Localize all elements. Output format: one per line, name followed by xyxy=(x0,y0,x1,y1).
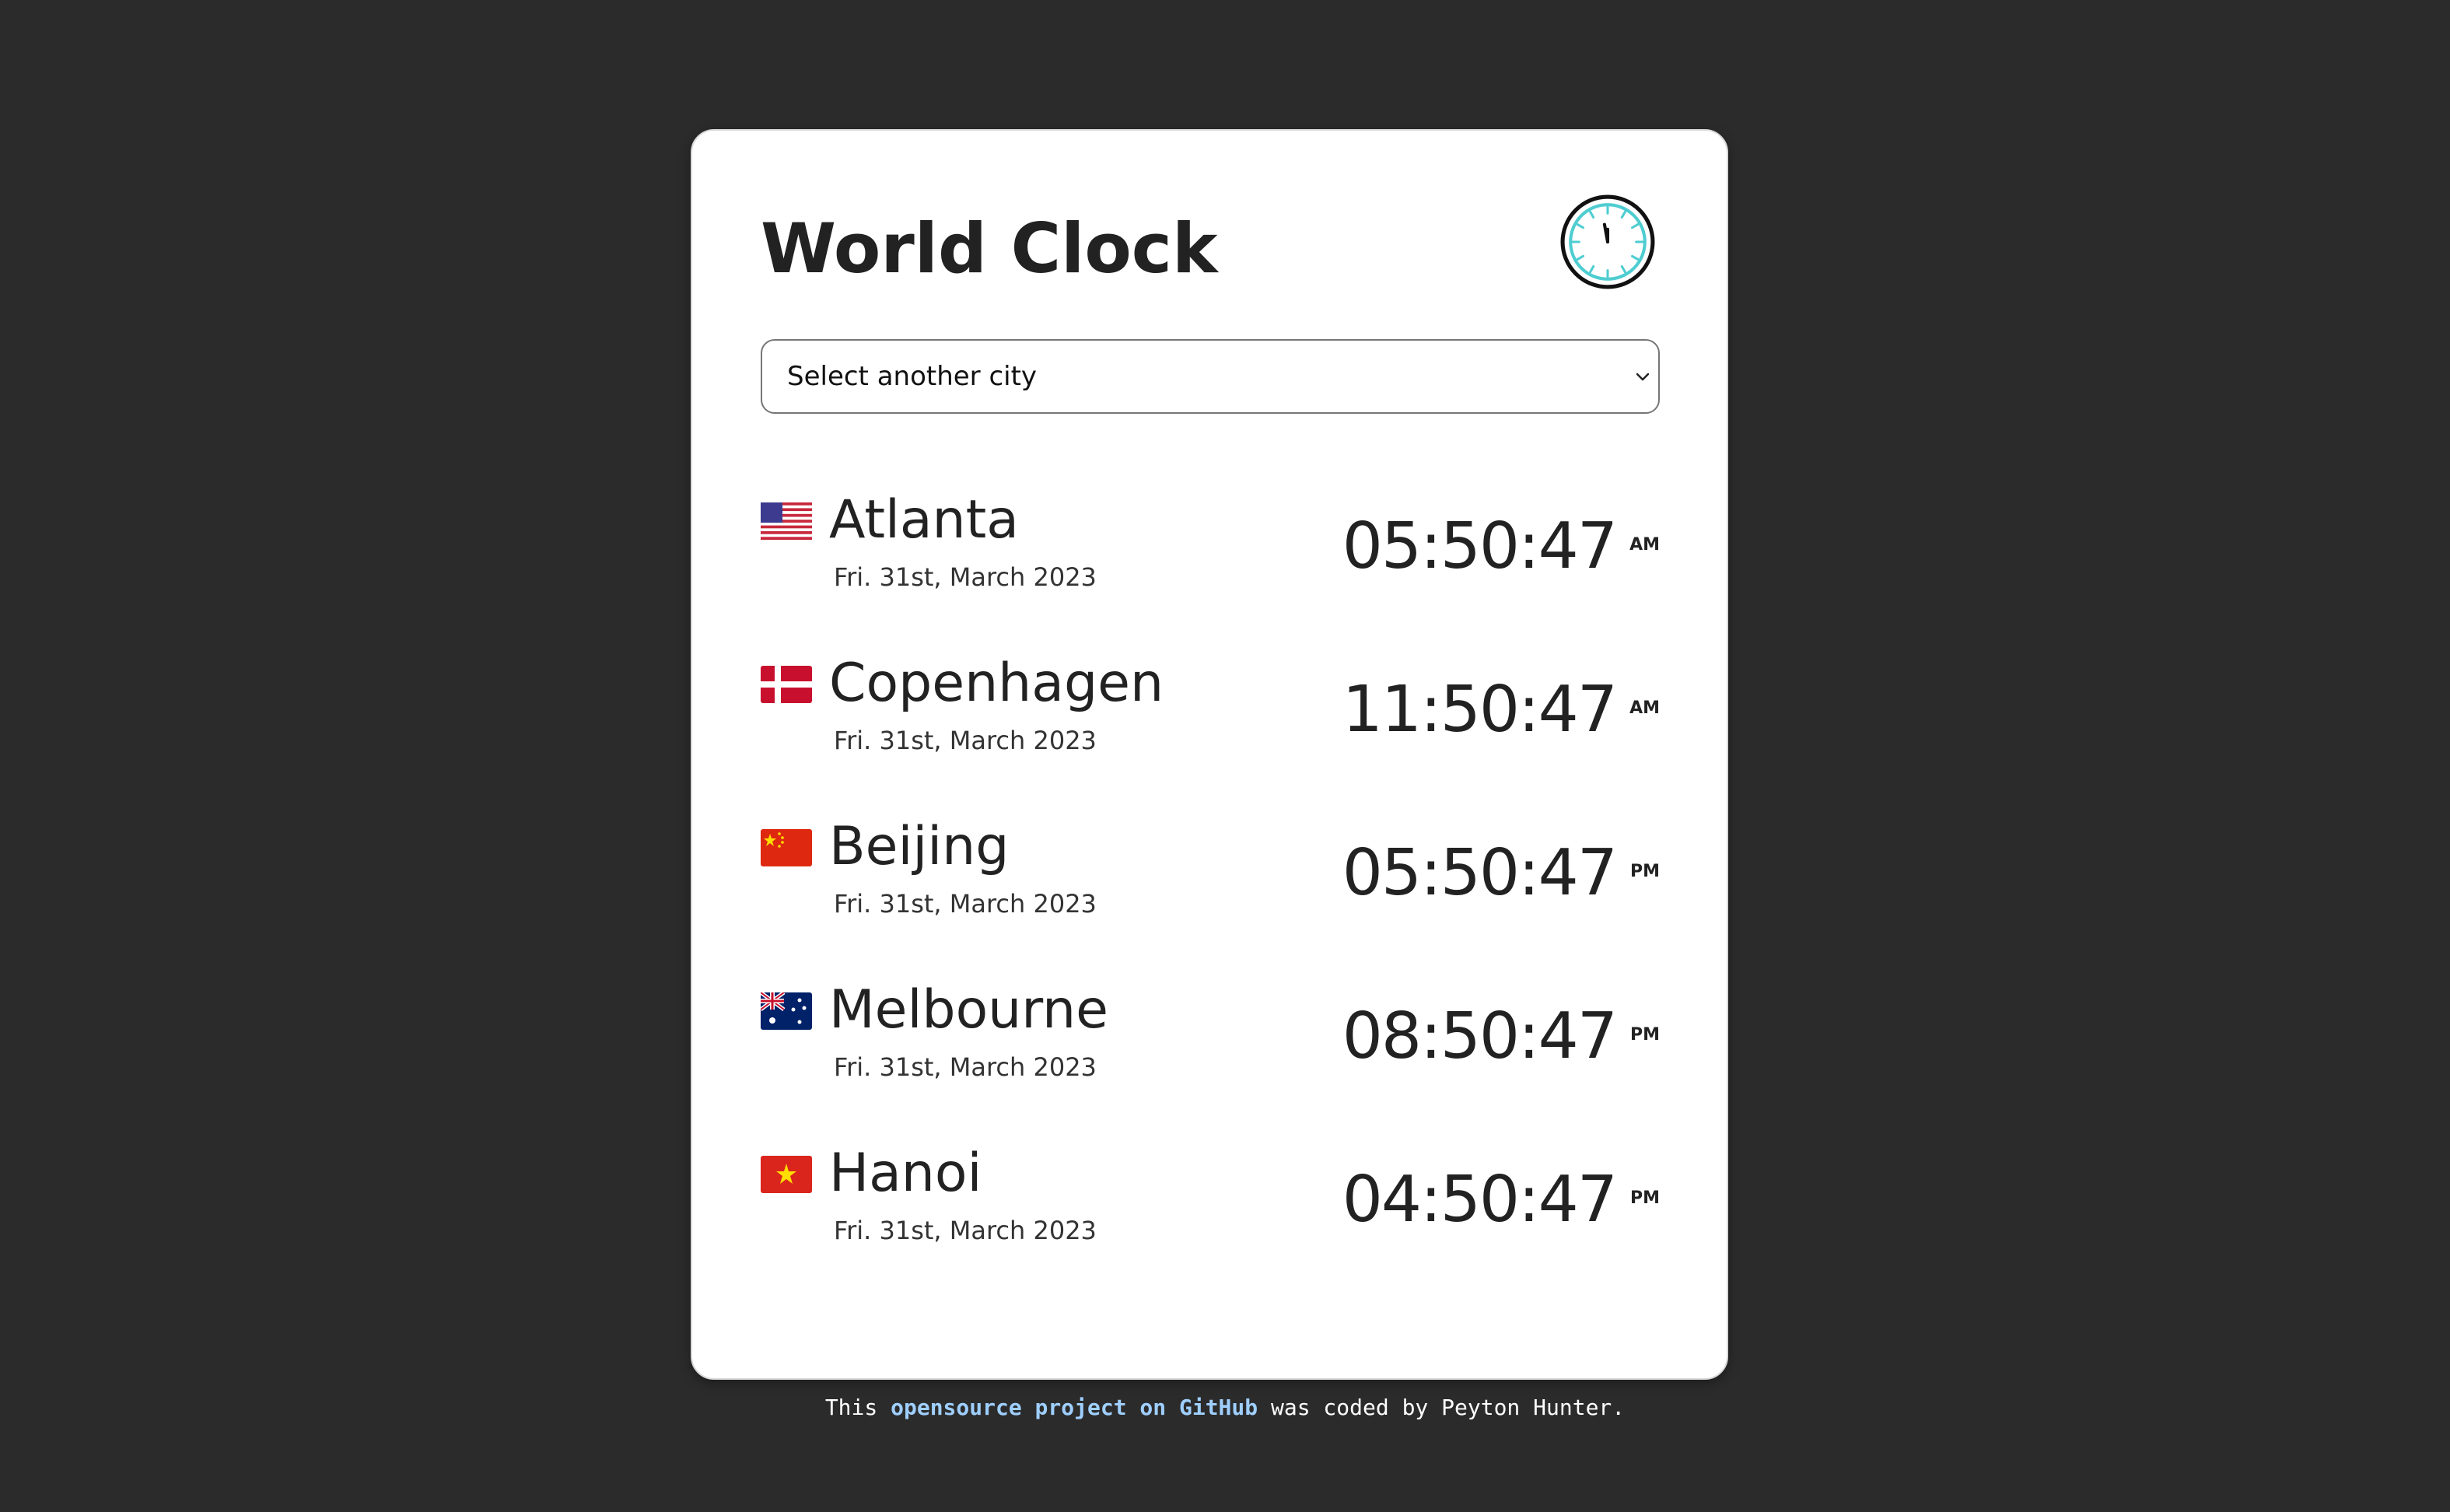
city-time: 08:50:47 xyxy=(1342,999,1618,1073)
city-time: 05:50:47 xyxy=(1342,509,1618,583)
city-select[interactable]: Select another city xyxy=(761,339,1660,414)
city-ampm: PM xyxy=(1629,1188,1660,1208)
city-row-hanoi: Hanoi Fri. 31st, March 2023 04:50:47 PM xyxy=(761,1139,1660,1271)
city-time: 05:50:47 xyxy=(1342,836,1618,910)
vietnam-flag-icon xyxy=(761,1156,812,1193)
city-time: 11:50:47 xyxy=(1342,673,1618,747)
footer-suffix: was coded by Peyton Hunter. xyxy=(1271,1395,1626,1420)
github-link[interactable]: opensource project on GitHub xyxy=(891,1395,1258,1420)
city-date: Fri. 31st, March 2023 xyxy=(834,562,1097,592)
us-flag-icon xyxy=(761,502,812,540)
city-date: Fri. 31st, March 2023 xyxy=(834,726,1097,755)
city-row-copenhagen: Copenhagen Fri. 31st, March 2023 11:50:4… xyxy=(761,649,1660,781)
footer-prefix: This xyxy=(824,1395,878,1420)
world-clock-card: World Clock Select another city Atlanta … xyxy=(691,129,1728,1380)
city-name: Beijing xyxy=(829,816,1010,877)
city-row-beijing: Beijing Fri. 31st, March 2023 05:50:47 P… xyxy=(761,812,1660,944)
city-row-atlanta: Atlanta Fri. 31st, March 2023 05:50:47 A… xyxy=(761,485,1660,618)
denmark-flag-icon xyxy=(761,666,812,703)
city-row-melbourne: Melbourne Fri. 31st, March 2023 08:50:47… xyxy=(761,975,1660,1108)
city-ampm: PM xyxy=(1629,862,1660,881)
city-name: Hanoi xyxy=(829,1143,982,1204)
city-ampm: AM xyxy=(1629,698,1660,718)
city-date: Fri. 31st, March 2023 xyxy=(834,1216,1097,1245)
city-name: Atlanta xyxy=(829,489,1019,551)
australia-flag-icon xyxy=(761,992,812,1030)
china-flag-icon xyxy=(761,829,812,866)
city-select-value: Select another city xyxy=(787,361,1038,392)
footer: This opensource project on GitHub was co… xyxy=(0,1392,2450,1423)
clock-icon xyxy=(1560,194,1655,289)
city-date: Fri. 31st, March 2023 xyxy=(834,1052,1097,1082)
city-name: Copenhagen xyxy=(829,653,1164,714)
page-title: World Clock xyxy=(761,208,1218,289)
chevron-down-icon xyxy=(1636,373,1650,381)
city-ampm: PM xyxy=(1629,1025,1660,1045)
city-time: 04:50:47 xyxy=(1342,1163,1618,1237)
city-ampm: AM xyxy=(1629,535,1660,555)
city-date: Fri. 31st, March 2023 xyxy=(834,889,1097,919)
city-name: Melbourne xyxy=(829,979,1108,1041)
